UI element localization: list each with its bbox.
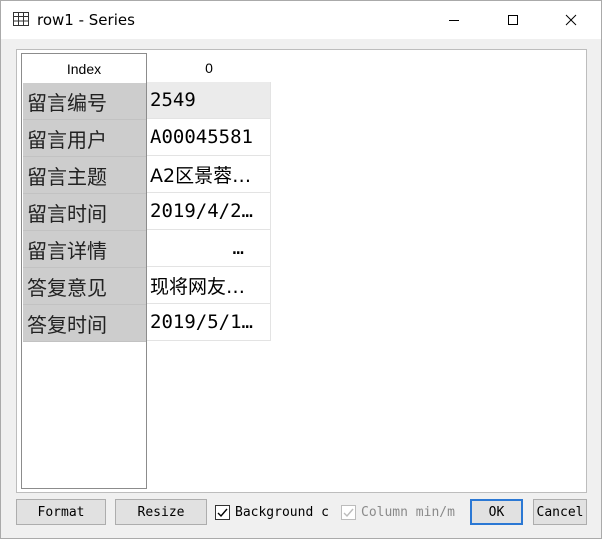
- maximize-icon: [508, 15, 518, 25]
- row-label[interactable]: 答复意见: [23, 268, 146, 305]
- table-icon: [13, 12, 29, 26]
- table-cell[interactable]: 2019/4/2…: [147, 193, 271, 230]
- series-table[interactable]: Index 留言编号 留言用户 留言主题 留言时间 留言详情 答复意见 答复时间…: [16, 49, 587, 493]
- background-color-checkbox[interactable]: Background c: [215, 503, 333, 521]
- table-cell[interactable]: 2549: [147, 82, 271, 119]
- table-cell[interactable]: 2019/5/1…: [147, 304, 271, 341]
- resize-button[interactable]: Resize: [115, 499, 207, 525]
- table-cell[interactable]: A00045581: [147, 119, 271, 156]
- checkmark-icon: [217, 508, 228, 517]
- ok-button[interactable]: OK: [470, 499, 523, 525]
- table-cell[interactable]: A2区景蓉…: [147, 156, 271, 193]
- column-header[interactable]: 0: [147, 53, 271, 82]
- checkmark-icon: [343, 508, 354, 517]
- maximize-button[interactable]: [490, 1, 536, 39]
- close-button[interactable]: [548, 1, 594, 39]
- column-minmax-checkbox[interactable]: Column min/m: [341, 503, 461, 521]
- title-bar[interactable]: row1 - Series: [1, 1, 601, 39]
- row-label[interactable]: 留言用户: [23, 120, 146, 157]
- table-cell[interactable]: 现将网友…: [147, 267, 271, 304]
- minimize-button[interactable]: [431, 1, 477, 39]
- window-title: row1 - Series: [37, 11, 135, 29]
- close-icon: [565, 14, 577, 26]
- index-column: Index 留言编号 留言用户 留言主题 留言时间 留言详情 答复意见 答复时间: [21, 53, 147, 489]
- row-label[interactable]: 留言详情: [23, 231, 146, 268]
- checkbox-box[interactable]: [341, 504, 356, 520]
- minimize-icon: [449, 20, 459, 21]
- series-editor-window: row1 - Series Index 留言编号 留言用户 留言主题 留言时间 …: [0, 0, 602, 539]
- format-button[interactable]: Format: [16, 499, 106, 525]
- row-label[interactable]: 留言时间: [23, 194, 146, 231]
- cancel-button[interactable]: Cancel: [533, 499, 587, 525]
- index-header[interactable]: Index: [22, 54, 146, 83]
- table-cell[interactable]: …: [147, 230, 271, 267]
- checkbox-box[interactable]: [215, 504, 230, 520]
- row-label[interactable]: 答复时间: [23, 305, 146, 342]
- column-minmax-label: Column min/m: [361, 504, 455, 520]
- row-label[interactable]: 留言主题: [23, 157, 146, 194]
- background-color-label: Background c: [235, 504, 329, 520]
- row-label[interactable]: 留言编号: [23, 83, 146, 120]
